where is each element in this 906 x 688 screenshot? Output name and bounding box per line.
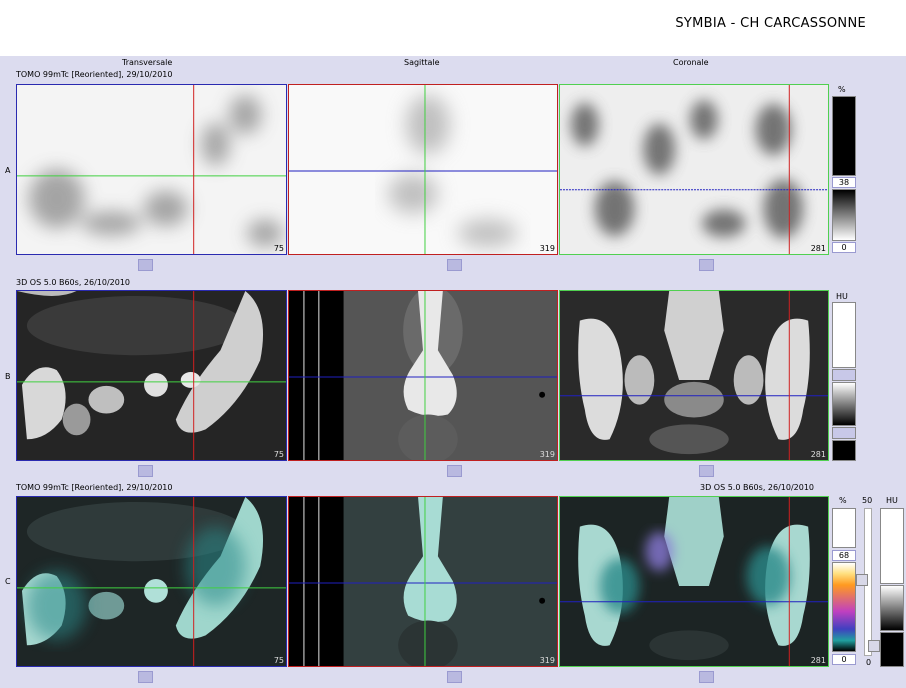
header-title: SYMBIA - CH CARCASSONNE bbox=[675, 16, 866, 31]
row-c-series-label: TOMO 99mTc [Reoriented], 29/10/2010 bbox=[16, 483, 173, 492]
row-b-sagittal-slider-handle[interactable] bbox=[447, 465, 462, 477]
view-a-transversal-slice: 75 bbox=[273, 244, 284, 253]
row-a-label: A bbox=[5, 166, 11, 175]
row-a-series-label: TOMO 99mTc [Reoriented], 29/10/2010 bbox=[16, 70, 173, 79]
scale-b-top-bar bbox=[832, 302, 856, 368]
view-a-coronal-slice: 281 bbox=[810, 244, 826, 253]
view-c-coronal[interactable]: 281 bbox=[559, 496, 829, 667]
scale-c-hu-gradient bbox=[880, 585, 904, 631]
scale-b-unit: HU bbox=[836, 292, 848, 301]
scale-c-blend-slider-upper-knob[interactable] bbox=[856, 574, 868, 586]
column-title-sagittal: Sagittale bbox=[404, 58, 440, 67]
row-c-label: C bbox=[5, 577, 11, 586]
scale-c-mid-label: 50 bbox=[862, 496, 873, 505]
view-b-transversal[interactable]: 75 bbox=[16, 290, 287, 461]
scale-b-lower-handle[interactable] bbox=[832, 427, 856, 439]
scale-c-unit2: HU bbox=[886, 496, 898, 505]
scale-c-unit: % bbox=[839, 496, 847, 505]
column-title-transversal: Transversale bbox=[122, 58, 173, 67]
view-c-sagittal[interactable]: 319 bbox=[288, 496, 558, 667]
scale-c-blend-slider-lower-knob[interactable] bbox=[868, 640, 880, 652]
row-b-transversal-slider-handle[interactable] bbox=[138, 465, 153, 477]
scale-a-gradient bbox=[832, 189, 856, 241]
scale-a-bottom-value[interactable]: 0 bbox=[832, 242, 856, 253]
column-title-coronal: Coronale bbox=[673, 58, 709, 67]
row-b-coronal-slider-handle[interactable] bbox=[699, 465, 714, 477]
scale-c-top-bar bbox=[832, 508, 856, 548]
scale-a-top-bar bbox=[832, 96, 856, 176]
row-a-sagittal-slider-handle[interactable] bbox=[447, 259, 462, 271]
scale-c-hu-bottom-bar bbox=[880, 632, 904, 667]
scale-b-upper-handle[interactable] bbox=[832, 369, 856, 381]
view-a-transversal[interactable]: 75 bbox=[16, 84, 287, 255]
scale-b-gradient bbox=[832, 382, 856, 426]
view-b-coronal-slice: 281 bbox=[810, 450, 826, 459]
view-b-coronal[interactable]: 281 bbox=[559, 290, 829, 461]
view-c-transversal-slice: 75 bbox=[273, 656, 284, 665]
row-c-coronal-slider-handle[interactable] bbox=[699, 671, 714, 683]
row-c-sagittal-slider-handle[interactable] bbox=[447, 671, 462, 683]
scale-c-hu-top-bar bbox=[880, 508, 904, 584]
scale-b-bottom-bar bbox=[832, 440, 856, 461]
view-c-coronal-slice: 281 bbox=[810, 656, 826, 665]
row-b-label: B bbox=[5, 372, 11, 381]
scale-c-top-value[interactable]: 68 bbox=[832, 550, 856, 561]
view-a-sagittal[interactable]: 319 bbox=[288, 84, 558, 255]
scale-c-color-gradient bbox=[832, 562, 856, 652]
scale-c-bottom-small: 0 bbox=[866, 658, 872, 667]
view-c-transversal[interactable]: 75 bbox=[16, 496, 287, 667]
scale-a-top-value[interactable]: 38 bbox=[832, 177, 856, 188]
view-a-sagittal-slice: 319 bbox=[539, 244, 555, 253]
scale-a-unit: % bbox=[838, 85, 846, 94]
row-a-transversal-slider-handle[interactable] bbox=[138, 259, 153, 271]
view-b-sagittal-slice: 319 bbox=[539, 450, 555, 459]
view-c-sagittal-slice: 319 bbox=[539, 656, 555, 665]
row-b-series-label: 3D OS 5.0 B60s, 26/10/2010 bbox=[16, 278, 131, 287]
row-c-series-label-right: 3D OS 5.0 B60s, 26/10/2010 bbox=[700, 483, 815, 492]
view-b-sagittal[interactable]: 319 bbox=[288, 290, 558, 461]
row-c-transversal-slider-handle[interactable] bbox=[138, 671, 153, 683]
row-a-coronal-slider-handle[interactable] bbox=[699, 259, 714, 271]
view-a-coronal[interactable]: 281 bbox=[559, 84, 829, 255]
view-b-transversal-slice: 75 bbox=[273, 450, 284, 459]
scale-c-bottom-value[interactable]: 0 bbox=[832, 654, 856, 665]
